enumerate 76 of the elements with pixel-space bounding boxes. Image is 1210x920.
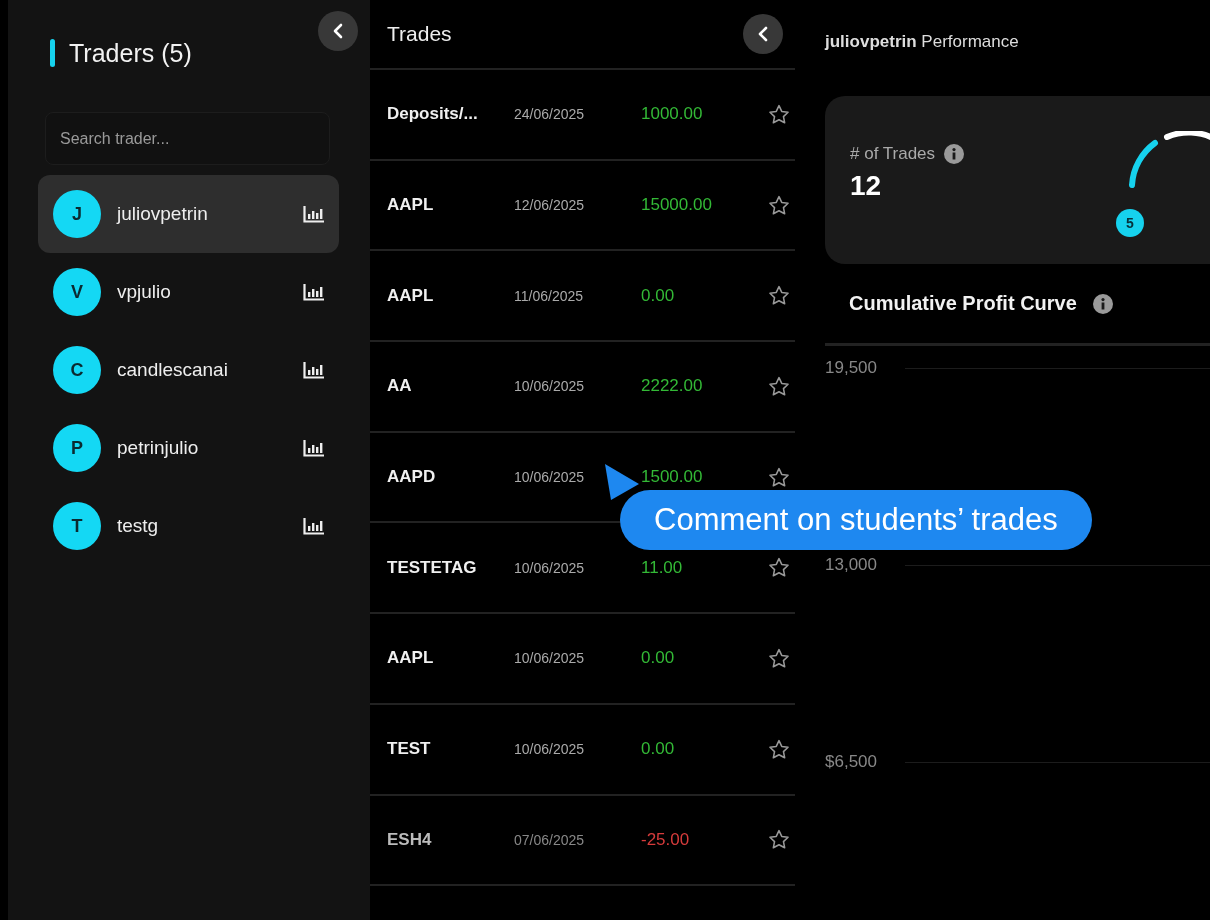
trade-symbol: Deposits/... (387, 104, 479, 125)
chevron-left-icon (758, 26, 768, 42)
trade-symbol: ESH4 (387, 829, 433, 850)
trade-amount: 1500.00 (641, 467, 704, 488)
trader-item[interactable]: T testg (38, 487, 339, 565)
trade-date: 10/06/2025 (514, 559, 586, 576)
trader-name: vpjulio (117, 281, 172, 303)
panel-title: juliovpetrin Performance (825, 32, 1020, 53)
star-icon[interactable] (768, 557, 790, 579)
avatar: J (53, 190, 101, 238)
search-field[interactable]: Search trader... (45, 112, 330, 165)
trade-amount: 0.00 (641, 285, 676, 306)
info-icon (1092, 293, 1113, 314)
axis-label: 19,500 (825, 358, 878, 378)
gauge-badge: 5 (1116, 209, 1144, 237)
bar-chart-icon[interactable] (303, 517, 325, 535)
star-icon[interactable] (768, 738, 790, 760)
trade-symbol: AAPL (387, 648, 435, 669)
bar-chart-icon[interactable] (303, 205, 325, 223)
trader-name: petrinjulio (117, 437, 200, 459)
star-icon[interactable] (768, 103, 790, 125)
trades-title: Trades (387, 22, 452, 46)
trade-symbol: AAPL (387, 195, 435, 216)
trader-item[interactable]: J juliovpetrin (38, 175, 339, 253)
axis-label: 13,000 (825, 555, 878, 575)
axis-label: $6,500 (825, 752, 878, 772)
avatar: T (53, 502, 101, 550)
stat-label: # of Trades (850, 144, 936, 164)
trade-date: 10/06/2025 (514, 741, 586, 758)
trade-amount: 0.00 (641, 739, 676, 760)
trade-date: 12/06/2025 (514, 197, 586, 214)
star-icon[interactable] (768, 647, 790, 669)
trade-symbol: TEST (387, 739, 432, 760)
collapse-button[interactable] (743, 14, 783, 54)
stat-value: 12 (850, 170, 883, 202)
trade-symbol: AAPD (387, 467, 437, 488)
star-icon[interactable] (768, 829, 790, 851)
trade-amount: 0.00 (641, 648, 676, 669)
trade-amount: 11.00 (641, 557, 684, 578)
star-icon[interactable] (768, 285, 790, 307)
trade-amount: 1000.00 (641, 104, 704, 125)
trader-item[interactable]: P petrinjulio (38, 409, 339, 487)
trade-amount: -25.00 (641, 829, 691, 850)
trader-item[interactable]: C candlescanai (38, 331, 339, 409)
star-icon[interactable] (768, 375, 790, 397)
chart-title: Cumulative Profit Curve (849, 292, 1077, 315)
tooltip: Comment on students’ trades (620, 490, 1092, 550)
bar-chart-icon[interactable] (303, 439, 325, 457)
trade-date: 11/06/2025 (514, 287, 585, 304)
accent-bar (50, 39, 55, 67)
chevron-left-icon (333, 23, 343, 39)
avatar: V (53, 268, 101, 316)
trade-symbol: TESTETAG (387, 557, 478, 578)
star-icon[interactable] (768, 466, 790, 488)
trade-symbol: AA (387, 376, 413, 397)
trader-name: candlescanai (117, 359, 229, 381)
trade-date: 07/06/2025 (514, 831, 586, 848)
trade-date: 10/06/2025 (514, 650, 586, 667)
info-icon (944, 144, 965, 164)
avatar: P (53, 424, 101, 472)
trade-date: 10/06/2025 (514, 378, 586, 395)
trader-name: juliovpetrin (117, 203, 209, 225)
avatar: C (53, 346, 101, 394)
bar-chart-icon[interactable] (303, 361, 325, 379)
trade-amount: 2222.00 (641, 376, 704, 397)
bar-chart-icon[interactable] (303, 283, 325, 301)
trader-item[interactable]: V vpjulio (38, 253, 339, 331)
star-icon[interactable] (768, 194, 790, 216)
traders-title: Traders (5) (69, 38, 192, 68)
collapse-button[interactable] (318, 11, 358, 51)
trader-name: testg (117, 515, 160, 537)
trade-amount: 15000.00 (641, 195, 713, 216)
trade-symbol: AAPL (387, 285, 435, 306)
pointer-icon (605, 464, 641, 502)
trade-date: 10/06/2025 (514, 469, 586, 486)
trade-date: 24/06/2025 (514, 106, 586, 123)
